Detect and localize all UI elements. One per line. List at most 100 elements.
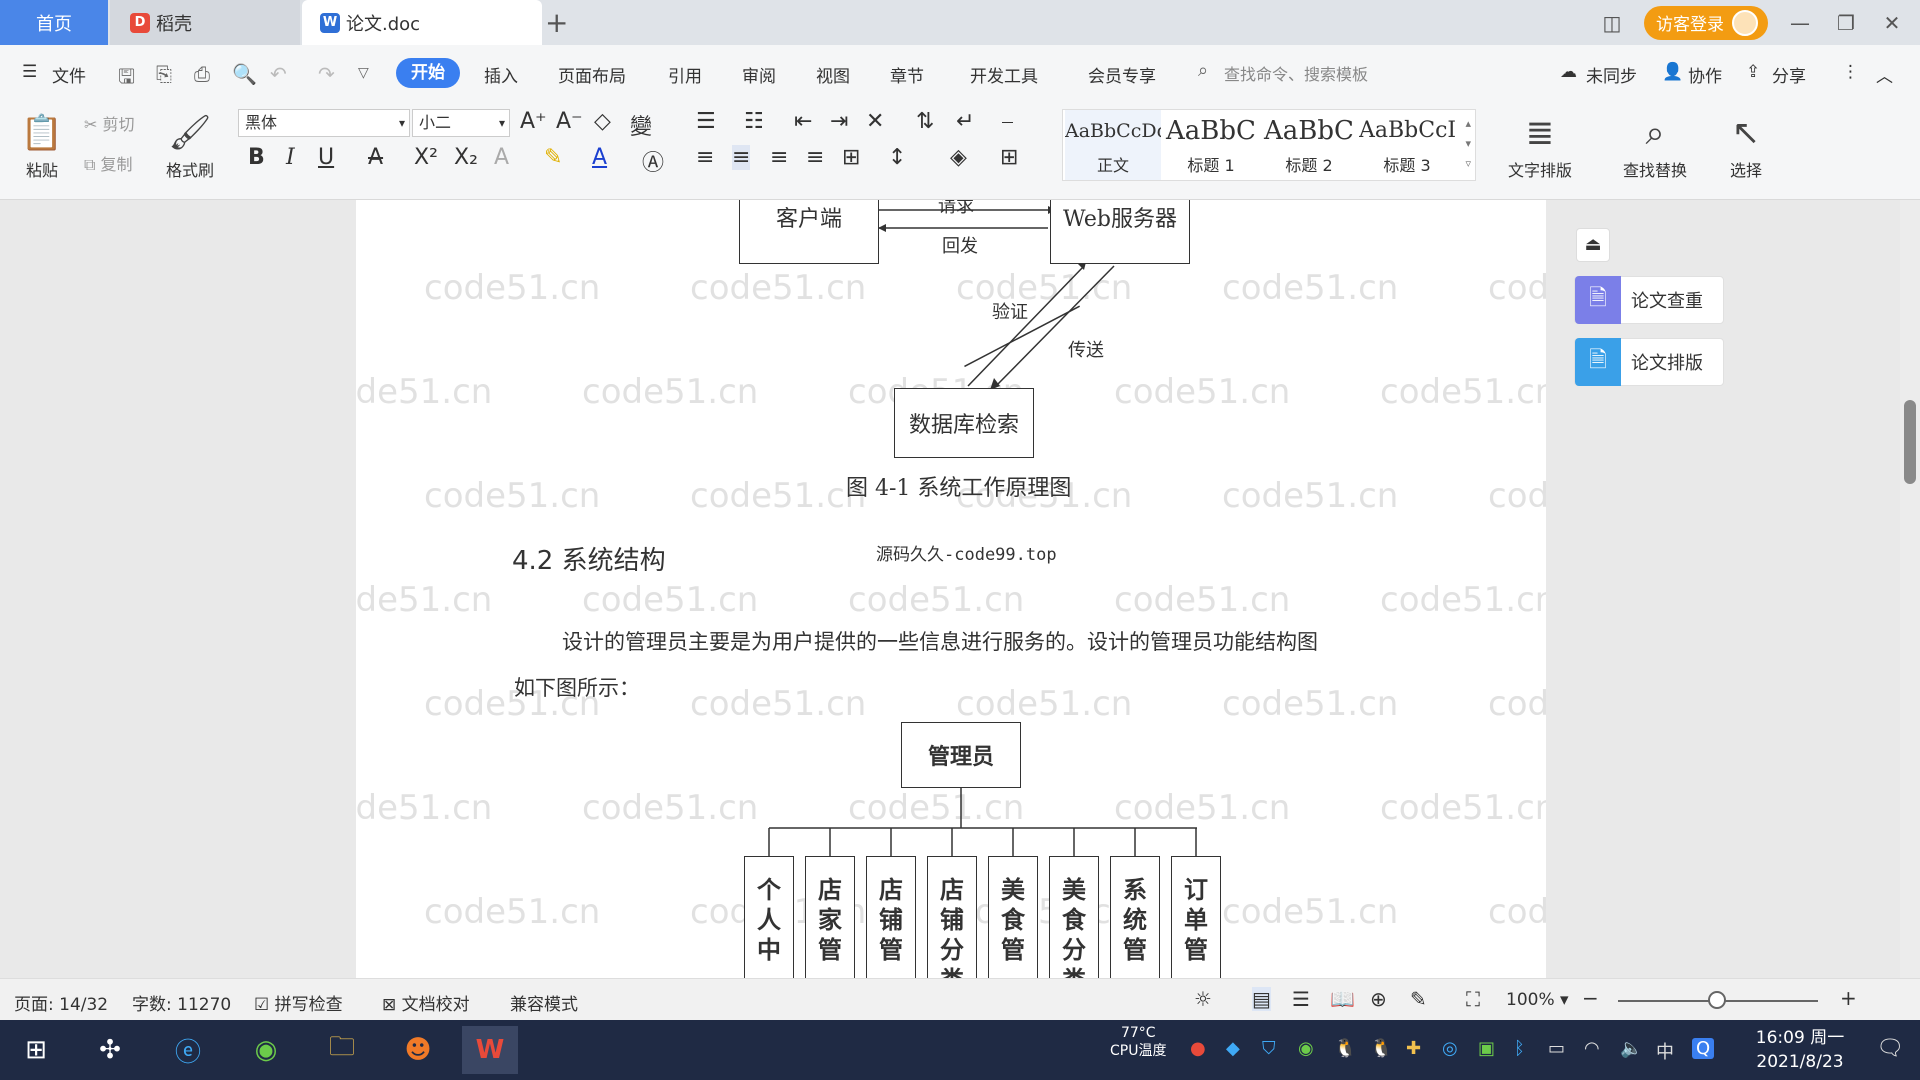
save-icon[interactable]: 🖫 <box>118 62 135 96</box>
word-count[interactable]: 字数: 11270 <box>132 990 231 1015</box>
grow-font-icon[interactable]: A⁺ <box>520 109 547 134</box>
font-name-select[interactable]: 黑体 ▾ <box>238 109 410 137</box>
tray-qq2-icon[interactable]: 🐧 <box>1370 1038 1392 1059</box>
collapse-ribbon-icon[interactable]: ︿ <box>1876 62 1893 87</box>
menu-insert[interactable]: 插入 <box>484 62 518 87</box>
style-heading3[interactable]: AaBbCcI 标题 3 <box>1359 110 1455 180</box>
find-replace-button[interactable]: ⌕ 查找替换 <box>1608 109 1702 181</box>
paper-check-button[interactable]: 🗎 论文查重 <box>1574 276 1724 324</box>
tray-qq-icon[interactable]: 🐧 <box>1334 1038 1356 1059</box>
tray-nvidia-icon[interactable]: ▣ <box>1478 1038 1495 1059</box>
paper-layout-button[interactable]: 🗎 论文排版 <box>1574 338 1724 386</box>
restore-icon[interactable]: ❐ <box>1832 11 1860 35</box>
wps-app-icon[interactable]: W <box>462 1026 518 1074</box>
align-left-icon[interactable]: ≡ <box>696 145 714 170</box>
hamburger-icon[interactable]: ☰ <box>22 62 37 82</box>
tab-ruler-icon[interactable]: ⎯ <box>1002 109 1013 134</box>
zoom-in-icon[interactable]: + <box>1840 986 1857 1010</box>
pinwheel-app-icon[interactable]: ✣ <box>82 1026 138 1074</box>
customize-quick-icon[interactable]: ▽ <box>358 65 369 81</box>
vertical-scrollbar[interactable] <box>1900 200 1920 978</box>
style-normal[interactable]: AaBbCcDd 正文 <box>1065 110 1161 180</box>
text-effect-icon[interactable]: A <box>494 145 509 170</box>
tray-plus-icon[interactable]: ✚ <box>1406 1038 1421 1059</box>
ie-browser-icon[interactable]: ⓔ <box>160 1026 216 1074</box>
close-icon[interactable]: ✕ <box>1878 11 1906 35</box>
tab-document[interactable]: W 论文.doc <box>302 0 542 45</box>
font-color-icon[interactable]: A <box>592 145 607 170</box>
page-indicator[interactable]: 页面: 14/32 <box>14 990 108 1015</box>
tray-antivirus-icon[interactable]: ● <box>1190 1038 1206 1059</box>
distribute-icon[interactable]: ⊞ <box>842 145 860 170</box>
scrollbar-thumb[interactable] <box>1904 400 1916 484</box>
numbered-list-icon[interactable]: ☷ <box>744 109 764 134</box>
notification-icon[interactable]: 🗨 <box>1876 1036 1904 1061</box>
shrink-font-icon[interactable]: A⁻ <box>556 109 583 134</box>
subscript-icon[interactable]: X₂ <box>454 145 478 170</box>
superscript-icon[interactable]: X² <box>414 145 438 170</box>
menu-page-layout[interactable]: 页面布局 <box>558 62 626 87</box>
style-heading2[interactable]: AaBbC 标题 2 <box>1261 110 1357 180</box>
bluetooth-icon[interactable]: ᛒ <box>1514 1038 1525 1059</box>
eye-protect-icon[interactable]: ☼ <box>1194 987 1212 1011</box>
ime-indicator[interactable]: 中 <box>1656 1038 1674 1064</box>
more-icon[interactable]: ⋮ <box>1842 62 1859 82</box>
sort-icon[interactable]: ⇅ <box>916 109 934 134</box>
align-right-icon[interactable]: ≡ <box>770 145 788 170</box>
volume-icon[interactable]: 🔈 <box>1620 1038 1642 1059</box>
align-center-icon[interactable]: ≡ <box>732 145 751 170</box>
borders-icon[interactable]: ⊞ <box>1000 145 1018 170</box>
menu-chapter[interactable]: 章节 <box>890 62 924 87</box>
menu-review[interactable]: 审阅 <box>742 62 776 87</box>
bold-icon[interactable]: B <box>248 145 265 170</box>
italic-icon[interactable]: I <box>286 145 295 170</box>
format-painter-button[interactable]: 🖌 格式刷 <box>160 109 220 181</box>
guest-login-button[interactable]: 访客登录 <box>1644 5 1768 40</box>
cut-button[interactable]: ✂ 剪切 <box>84 111 135 135</box>
print-icon[interactable]: ⎙ <box>194 62 210 86</box>
proofread-button[interactable]: ⊠ 文档校对 <box>382 990 470 1015</box>
sync-status-button[interactable]: 未同步 <box>1586 62 1637 87</box>
menu-member[interactable]: 会员专享 <box>1088 62 1156 87</box>
copy-button[interactable]: ⧉ 复制 <box>84 151 133 175</box>
outline-view-icon[interactable]: ☰ <box>1292 987 1310 1011</box>
increase-indent-icon[interactable]: ⇥ <box>830 109 848 134</box>
clock[interactable]: 16:09 周一 2021/8/23 <box>1740 1026 1860 1074</box>
reading-view-icon[interactable]: 📖 <box>1330 987 1355 1011</box>
chinese-layout-icon[interactable]: ✕ <box>866 109 884 134</box>
font-size-select[interactable]: 小二 ▾ <box>412 109 510 137</box>
text-layout-button[interactable]: ≣ 文字排版 <box>1494 109 1586 181</box>
web-view-icon[interactable]: ⊕ <box>1370 987 1387 1011</box>
mascot-app-icon[interactable]: ☻ <box>390 1026 446 1074</box>
page-view-icon[interactable]: ▤ <box>1252 987 1271 1011</box>
spell-check-button[interactable]: ☑ 拼写检查 <box>254 990 343 1015</box>
show-marks-icon[interactable]: ↵ <box>956 109 974 134</box>
tray-shield-icon[interactable]: ⛉ <box>1262 1038 1276 1059</box>
bullet-list-icon[interactable]: ☰ <box>696 109 716 134</box>
collaborate-button[interactable]: 协作 <box>1688 62 1722 87</box>
tab-daoke[interactable]: D 稻壳 <box>110 0 300 45</box>
cpu-temp-widget[interactable]: 77°C CPU温度 <box>1110 1024 1166 1060</box>
style-scroll-icon[interactable]: ▴ ▾ ▿ <box>1465 114 1471 174</box>
char-border-icon[interactable]: Ⓐ <box>642 145 664 177</box>
style-heading1[interactable]: AaBbC 标题 1 <box>1163 110 1259 180</box>
menu-references[interactable]: 引用 <box>668 62 702 87</box>
line-spacing-icon[interactable]: ↕ <box>888 145 906 170</box>
justify-icon[interactable]: ≡ <box>806 145 824 170</box>
menu-start[interactable]: 开始 <box>396 58 460 88</box>
file-explorer-icon[interactable]: 🗀 <box>314 1026 370 1074</box>
menu-developer[interactable]: 开发工具 <box>970 62 1038 87</box>
tray-network-app-icon[interactable]: ◎ <box>1442 1038 1458 1059</box>
share-button[interactable]: 分享 <box>1772 62 1806 87</box>
clear-format-icon[interactable]: ◇ <box>594 109 611 134</box>
undo-icon[interactable]: ↶ <box>270 62 287 86</box>
tab-home[interactable]: 首页 <box>0 0 108 45</box>
zoom-out-icon[interactable]: − <box>1582 986 1599 1010</box>
new-tab-button[interactable]: + <box>545 6 568 39</box>
browser-360-icon[interactable]: ◉ <box>238 1026 294 1074</box>
share-doc-icon[interactable]: ⎘ <box>156 62 172 86</box>
tray-app-icon[interactable]: ◆ <box>1226 1038 1240 1059</box>
phonetic-icon[interactable]: 變 <box>630 109 652 141</box>
underline-icon[interactable]: U <box>318 145 334 170</box>
write-mode-icon[interactable]: ✎ <box>1410 987 1427 1011</box>
